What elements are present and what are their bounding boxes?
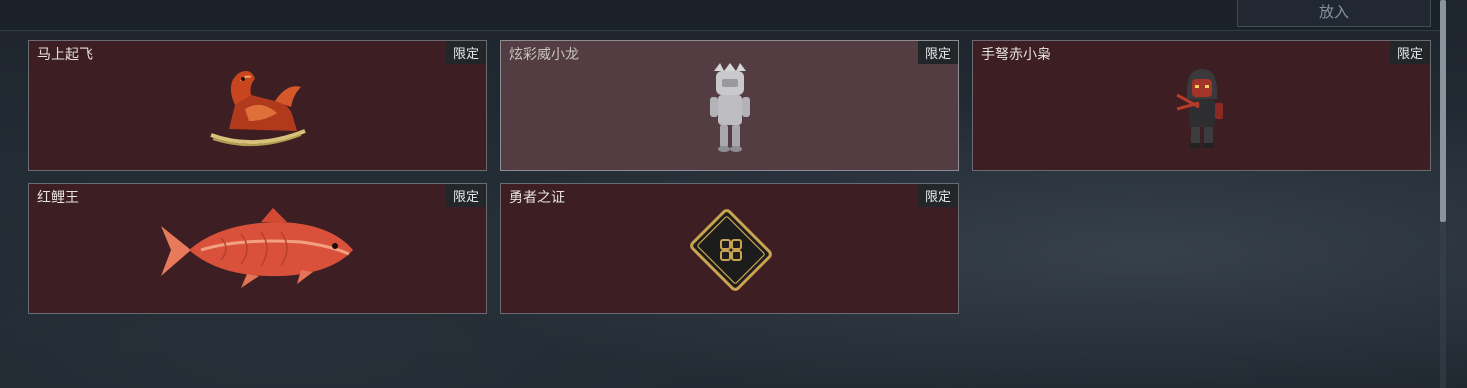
limited-badge: 限定 — [446, 184, 486, 207]
scrollbar[interactable] — [1440, 0, 1446, 388]
scrollbar-thumb[interactable] — [1440, 0, 1446, 222]
item-name: 红鲤王 — [37, 190, 79, 206]
rocking-horse-dragon-icon — [210, 71, 306, 147]
top-bar — [0, 0, 1440, 31]
item-name: 手弩赤小枭 — [981, 47, 1051, 63]
hero-card-icon — [690, 209, 772, 291]
crossbow-figurine-icon — [1176, 69, 1223, 148]
limited-badge: 限定 — [918, 184, 958, 207]
item-card-dragon-figurine[interactable]: 炫彩威小龙 限定 — [500, 40, 959, 171]
item-card-hero-card[interactable]: 勇者之证 限定 — [500, 183, 959, 314]
limited-badge: 限定 — [918, 41, 958, 64]
put-in-button[interactable]: 放入 — [1237, 0, 1431, 27]
item-card-crossbow-figurine[interactable]: 手弩赤小枭 限定 — [972, 40, 1431, 171]
item-name: 炫彩威小龙 — [509, 47, 579, 63]
item-card-red-carp[interactable]: 红鲤王 限定 — [28, 183, 487, 314]
dragon-figurine-icon — [710, 63, 750, 152]
item-name: 勇者之证 — [509, 190, 565, 206]
red-carp-icon — [161, 208, 353, 288]
item-card-rocking-horse[interactable]: 马上起飞 限定 — [28, 40, 487, 171]
item-name: 马上起飞 — [37, 47, 93, 63]
limited-badge: 限定 — [1390, 41, 1430, 64]
limited-badge: 限定 — [446, 41, 486, 64]
